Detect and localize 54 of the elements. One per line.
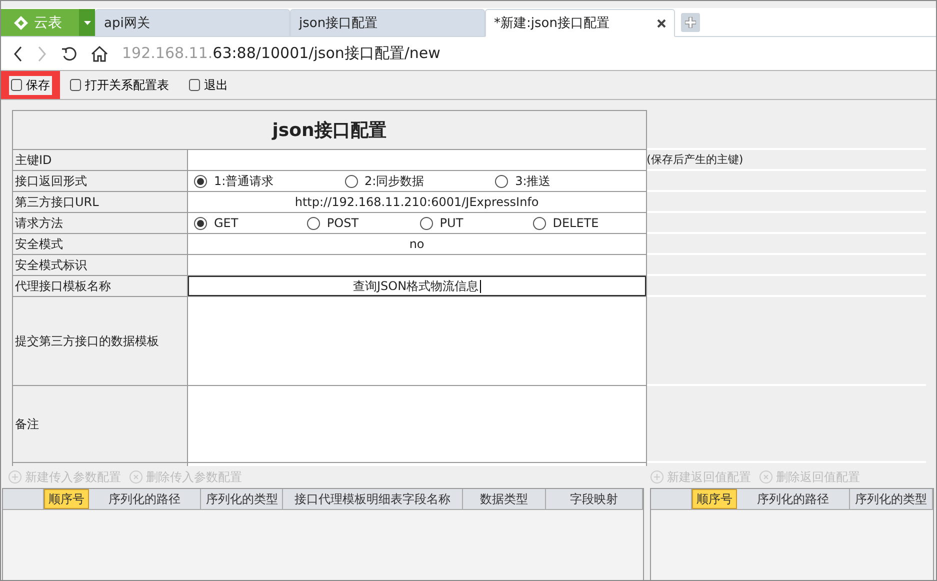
field-label: 请求方法 — [13, 213, 188, 234]
field-value: http://192.168.11.210:6001/JExpressInfo — [294, 195, 539, 209]
radio-option[interactable]: 2:同步数据 — [344, 172, 496, 190]
field-label: 主键ID — [13, 150, 188, 171]
field-label: 接口返回形式 — [13, 171, 188, 192]
column-header[interactable]: 序列化的类型 — [850, 489, 934, 509]
form-title: json接口配置 — [13, 111, 646, 150]
address-field[interactable]: 192.168.11.63:88/10001/json接口配置/new — [122, 44, 440, 63]
document-icon — [70, 79, 81, 91]
column-header[interactable]: 序列化的类型 — [201, 489, 284, 509]
field-hint: (保存后产生的主键) — [646, 150, 926, 171]
tab[interactable]: api网关 — [95, 9, 290, 36]
diamond-logo-icon — [13, 14, 29, 30]
x-circle-icon — [759, 470, 773, 484]
document-icon — [189, 79, 200, 91]
field-label: 提交第三方接口的数据模板 — [13, 297, 188, 386]
field-label: 安全模式标识 — [13, 255, 188, 276]
plus-icon — [685, 17, 696, 28]
column-header[interactable]: 数据类型 — [462, 489, 546, 509]
plus-circle-icon — [650, 470, 664, 484]
toolbar-button[interactable]: 打开关系配置表 — [60, 71, 179, 99]
field-label: 备注 — [13, 386, 188, 463]
radio-option[interactable]: PUT — [420, 216, 533, 230]
tab[interactable]: json接口配置 — [290, 9, 485, 36]
field-value: no — [409, 237, 424, 251]
radio-option[interactable]: 3:推送 — [495, 172, 646, 190]
forward-icon — [37, 46, 47, 62]
field-label: 第三方接口URL — [13, 192, 188, 213]
reload-icon — [61, 46, 77, 62]
column-header[interactable]: 接口代理模板明细表字段名称 — [283, 489, 463, 509]
column-header[interactable]: 顺序号 — [44, 489, 89, 509]
toolbar-button[interactable]: 退出 — [179, 71, 238, 99]
dropdown-button[interactable] — [79, 9, 95, 36]
tab[interactable]: *新建:json接口配置 — [485, 9, 675, 37]
text-field[interactable]: 查询JSON格式物流信息 — [188, 276, 646, 296]
field-label: 安全模式 — [13, 234, 188, 255]
radio-option[interactable]: DELETE — [532, 216, 646, 230]
caret-icon — [84, 20, 90, 24]
field-label: 代理接口模板名称 — [13, 276, 188, 297]
new-tab-button[interactable] — [681, 13, 700, 32]
back-icon — [13, 46, 23, 62]
column-header[interactable]: 序列化的路径 — [88, 489, 202, 509]
close-icon[interactable] — [657, 18, 666, 28]
column-header[interactable]: 字段映射 — [546, 489, 643, 509]
radio-option[interactable]: GET — [194, 216, 307, 230]
document-icon — [11, 79, 22, 91]
home-icon — [91, 46, 108, 62]
radio-option[interactable]: 1:普通请求 — [194, 172, 345, 190]
radio-option[interactable]: POST — [306, 216, 420, 230]
column-header[interactable]: 顺序号 — [692, 489, 738, 509]
plus-circle-icon — [8, 470, 22, 484]
toolbar-button[interactable]: 保存 — [1, 71, 60, 99]
x-circle-icon — [129, 470, 143, 484]
column-header[interactable]: 序列化的路径 — [737, 489, 850, 509]
